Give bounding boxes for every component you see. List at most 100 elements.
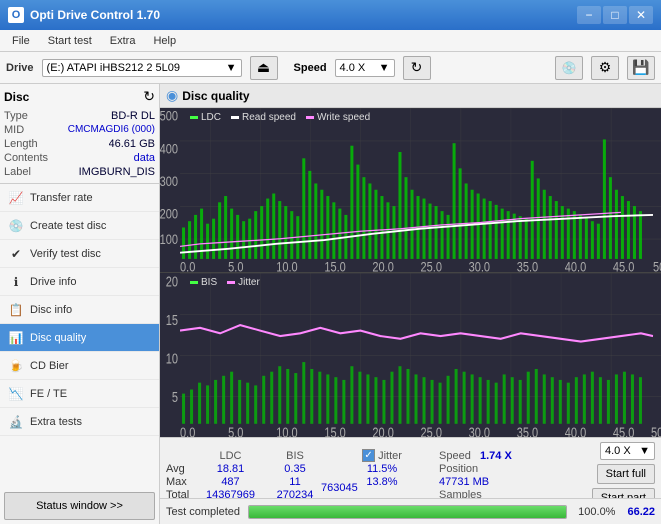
disc-length-value: 46.61 GB (109, 138, 155, 150)
nav-cd-bier-label: CD Bier (30, 360, 69, 372)
upper-chart-svg: 500 400 300 200 100 18X 16X 14X 12X 10X … (160, 108, 661, 272)
svg-text:25.0: 25.0 (421, 423, 442, 437)
transfer-rate-icon: 📈 (8, 190, 24, 206)
svg-text:10.0: 10.0 (276, 423, 297, 437)
disc-panel-label: Disc (4, 90, 29, 104)
refresh-button[interactable]: ↻ (403, 56, 431, 80)
svg-text:0.0: 0.0 (180, 423, 195, 437)
read-speed-label: Read speed (242, 112, 296, 123)
upper-legend: LDC Read speed Write speed (190, 112, 370, 123)
nav-disc-info[interactable]: 📋 Disc info (0, 296, 159, 324)
disc-length-row: Length 46.61 GB (4, 137, 155, 151)
svg-text:10: 10 (166, 349, 178, 366)
svg-text:5: 5 (172, 388, 178, 405)
verify-test-disc-icon: ✔ (8, 246, 24, 262)
nav-create-test-disc-label: Create test disc (30, 220, 106, 232)
svg-text:30.0: 30.0 (469, 259, 490, 271)
eject-button[interactable]: ⏏ (250, 56, 278, 80)
col-ldc-header: LDC (198, 450, 263, 462)
svg-text:15: 15 (166, 311, 178, 328)
progress-bar (248, 505, 567, 519)
disc-mid-value: CMCMAGDI6 (000) (68, 124, 155, 136)
quality-speed-select[interactable]: 4.0 X ▼ (600, 442, 655, 460)
nav-drive-info[interactable]: ℹ Drive info (0, 268, 159, 296)
speed-select[interactable]: 4.0 X ▼ (335, 59, 395, 77)
nav-transfer-rate-label: Transfer rate (30, 192, 93, 204)
nav-disc-info-label: Disc info (30, 304, 72, 316)
svg-text:45.0: 45.0 (613, 259, 634, 271)
svg-text:45.0: 45.0 (613, 423, 634, 437)
disc-read-button[interactable]: 💿 (555, 56, 583, 80)
nav-create-test-disc[interactable]: 💿 Create test disc (0, 212, 159, 240)
avg-label: Avg (166, 463, 196, 475)
disc-quality-header: ◉ Disc quality (160, 84, 661, 108)
avg-ldc: 18.81 (198, 463, 263, 475)
stats-panel: LDC BIS ✓ Jitter Speed 1.74 X Avg (160, 437, 661, 498)
speed-value: 4.0 X (340, 62, 366, 74)
disc-info-icon: 📋 (8, 302, 24, 318)
status-text: Test completed (166, 506, 240, 518)
maximize-button[interactable]: □ (603, 6, 627, 24)
svg-text:300: 300 (160, 174, 178, 189)
position-label: Position (439, 463, 519, 475)
svg-text:50.0 GB: 50.0 GB (651, 423, 661, 437)
disc-type-value: BD-R DL (111, 110, 155, 122)
bis-color (190, 281, 198, 284)
nav-extra-tests[interactable]: 🔬 Extra tests (0, 408, 159, 436)
minimize-button[interactable]: − (577, 6, 601, 24)
nav-drive-info-label: Drive info (30, 276, 76, 288)
menu-start-test[interactable]: Start test (40, 33, 100, 49)
jitter-check-container: ✓ Jitter (327, 449, 437, 462)
settings-button[interactable]: ⚙ (591, 56, 619, 80)
nav-disc-quality[interactable]: 📊 Disc quality (0, 324, 159, 352)
drive-value: (E:) ATAPI iHBS212 2 5L09 (47, 62, 181, 74)
drive-dropdown-icon: ▼ (226, 62, 237, 74)
nav-transfer-rate[interactable]: 📈 Transfer rate (0, 184, 159, 212)
svg-text:500: 500 (160, 108, 178, 123)
close-button[interactable]: ✕ (629, 6, 653, 24)
svg-text:5.0: 5.0 (228, 423, 243, 437)
nav-extra-tests-label: Extra tests (30, 416, 82, 428)
write-speed-color (306, 116, 314, 119)
status-window-button[interactable]: Status window >> (4, 492, 155, 520)
nav-verify-test-disc-label: Verify test disc (30, 248, 101, 260)
write-speed-label: Write speed (317, 112, 370, 123)
bis-label: BIS (201, 277, 217, 288)
save-button[interactable]: 💾 (627, 56, 655, 80)
menu-extra[interactable]: Extra (102, 33, 144, 49)
disc-quality-header-icon: ◉ (166, 87, 178, 104)
status-window-label: Status window >> (36, 500, 123, 512)
start-full-button[interactable]: Start full (597, 464, 655, 484)
nav-fe-te-label: FE / TE (30, 388, 67, 400)
drive-select[interactable]: (E:) ATAPI iHBS212 2 5L09 ▼ (42, 59, 242, 77)
lower-legend: BIS Jitter (190, 277, 260, 288)
legend-ldc: LDC (190, 112, 221, 123)
svg-text:10.0: 10.0 (276, 259, 297, 271)
cd-bier-icon: 🍺 (8, 358, 24, 374)
content-area: ◉ Disc quality LDC Read speed (160, 84, 661, 524)
window-controls: − □ ✕ (577, 6, 653, 24)
app-title: Opti Drive Control 1.70 (30, 8, 160, 22)
drive-label: Drive (6, 62, 34, 74)
nav-fe-te[interactable]: 📉 FE / TE (0, 380, 159, 408)
jitter-color (227, 281, 235, 284)
svg-text:20.0: 20.0 (372, 423, 393, 437)
menu-help[interactable]: Help (145, 33, 184, 49)
nav-cd-bier[interactable]: 🍺 CD Bier (0, 352, 159, 380)
svg-text:40.0: 40.0 (565, 423, 586, 437)
speed-col-header: Speed 1.74 X (439, 450, 519, 462)
menu-file[interactable]: File (4, 33, 38, 49)
svg-text:0.0: 0.0 (180, 259, 195, 271)
samples-value: 763045 (321, 482, 358, 494)
disc-label-label: Label (4, 166, 31, 178)
disc-refresh-icon[interactable]: ↻ (143, 88, 155, 105)
jitter-checkbox[interactable]: ✓ (362, 449, 375, 462)
ldc-label: LDC (201, 112, 221, 123)
lower-chart: BIS Jitter 20 15 (160, 273, 661, 438)
svg-text:30.0: 30.0 (469, 423, 490, 437)
nav-verify-test-disc[interactable]: ✔ Verify test disc (0, 240, 159, 268)
quality-speed-dropdown-icon: ▼ (639, 445, 650, 457)
nav-disc-quality-label: Disc quality (30, 332, 86, 344)
speed-col-label: Speed (439, 450, 471, 462)
fe-te-icon: 📉 (8, 386, 24, 402)
